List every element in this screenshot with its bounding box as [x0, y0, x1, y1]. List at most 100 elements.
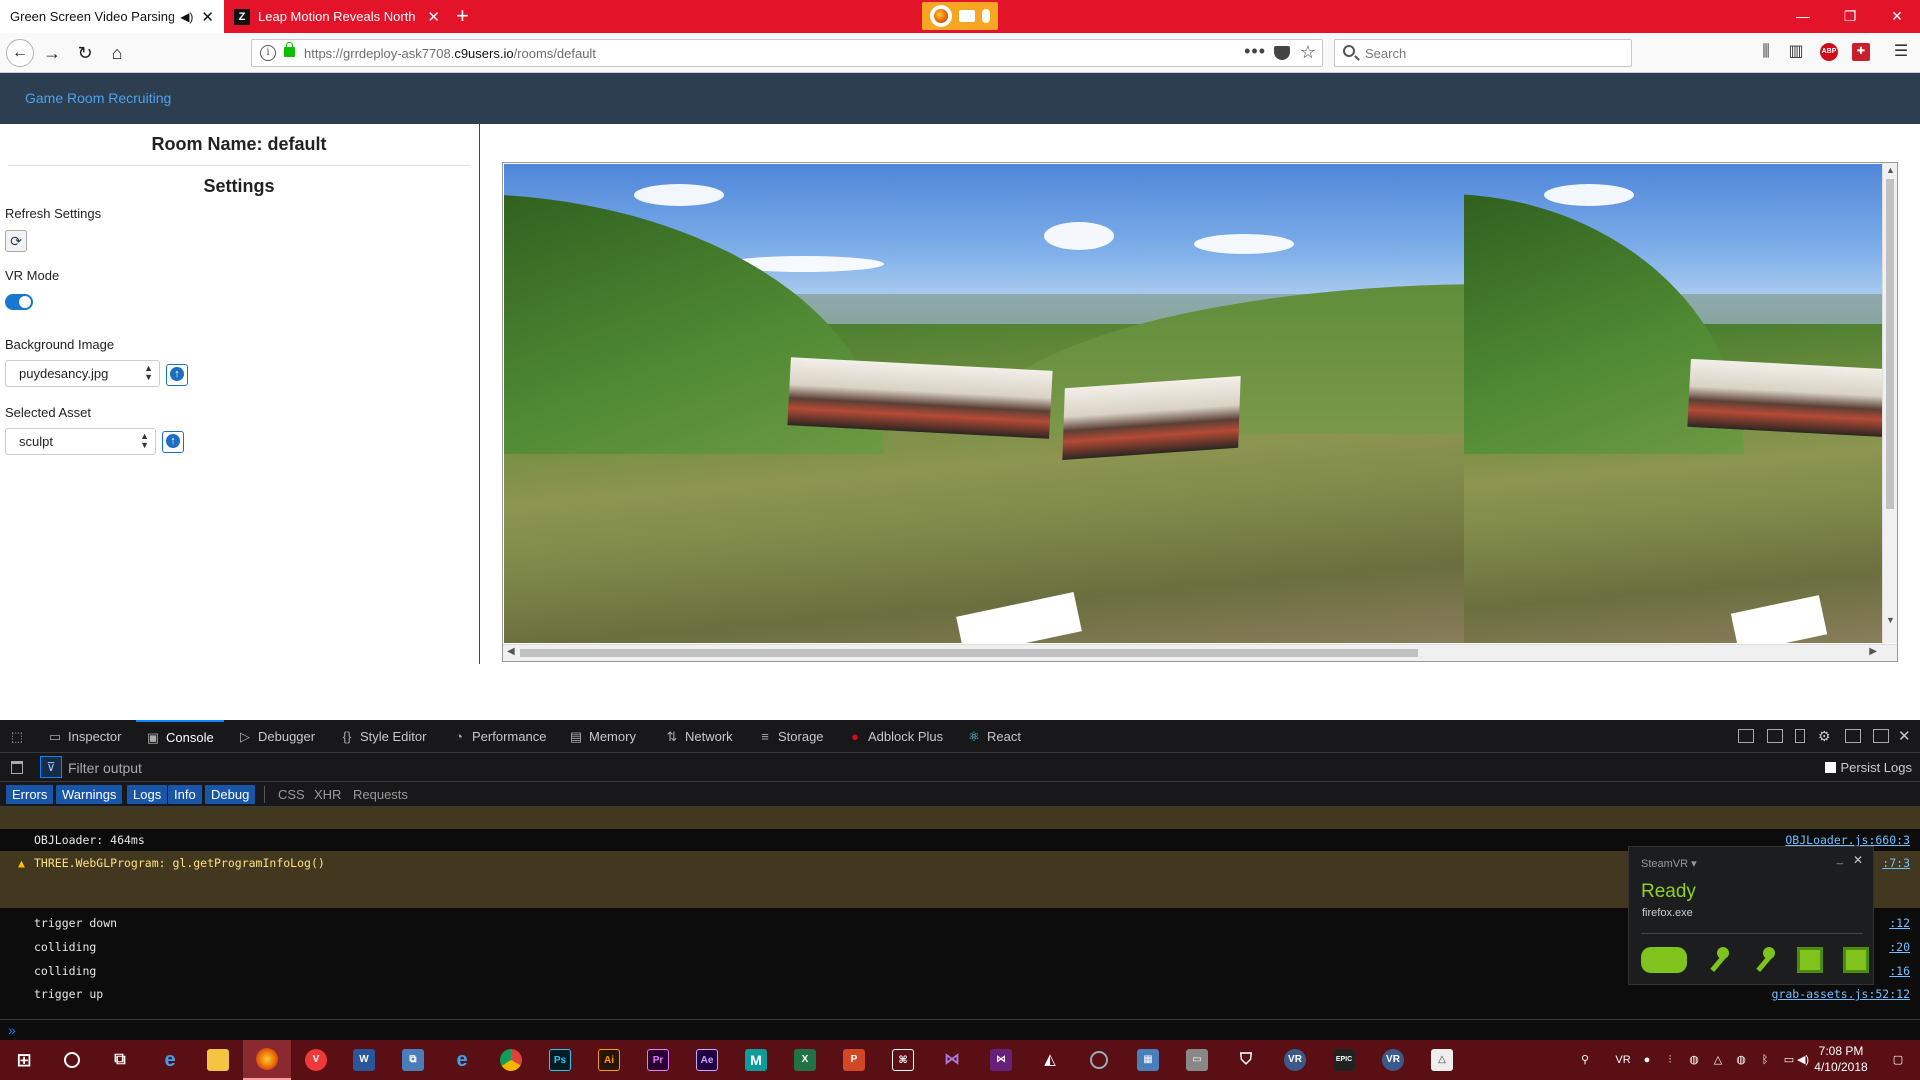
clock[interactable]: 7:08 PM 4/10/2018	[1806, 1043, 1876, 1075]
tray-equalizer-icon[interactable]: ⫶	[1662, 1052, 1678, 1068]
log-source-link[interactable]: :16	[1889, 964, 1910, 978]
vr-mode-toggle[interactable]	[5, 294, 33, 310]
forward-arrow-icon[interactable]: →	[40, 41, 64, 65]
new-tab-icon[interactable]: +	[456, 4, 469, 28]
filter-requests-button[interactable]: Requests	[347, 785, 414, 804]
close-icon[interactable]: ✕	[1853, 853, 1863, 867]
asset-upload-button[interactable]	[162, 431, 184, 453]
vr-tray-icon[interactable]: VR	[1615, 1052, 1631, 1068]
log-source-link[interactable]: :7:3	[1882, 856, 1910, 870]
tray-app-icon[interactable]: ●	[1639, 1052, 1655, 1068]
notifications-icon[interactable]: ▢	[1890, 1052, 1906, 1068]
refresh-settings-button[interactable]: ⟳	[5, 230, 27, 252]
dock-side-icon[interactable]	[1845, 729, 1861, 743]
word-icon[interactable]: W	[340, 1040, 388, 1080]
selected-asset-select[interactable]: sculpt ▲ ▼	[5, 428, 156, 455]
filter-xhr-button[interactable]: XHR	[308, 785, 347, 804]
tab-performance[interactable]: ◔ Performance	[452, 720, 546, 753]
restore-icon[interactable]: ❐	[1827, 0, 1873, 33]
pocket-icon[interactable]	[1274, 46, 1290, 60]
trash-icon[interactable]	[11, 761, 23, 774]
task-view-icon[interactable]: ⧉	[96, 1040, 144, 1080]
menu-icon[interactable]: ☰	[1891, 42, 1911, 62]
network-app-icon[interactable]: ⧉	[389, 1040, 437, 1080]
vivaldi-icon[interactable]: V	[292, 1040, 340, 1080]
powerpoint-icon[interactable]: P	[830, 1040, 878, 1080]
filter-debug-button[interactable]: Debug	[205, 785, 256, 804]
tab-style-editor[interactable]: {} Style Editor	[340, 720, 427, 753]
tab-storage[interactable]: ≡ Storage	[758, 720, 823, 753]
visual-studio-code-icon[interactable]: ⋈	[977, 1040, 1025, 1080]
filter-errors-button[interactable]: Errors	[6, 785, 54, 804]
reload-icon[interactable]: ↻	[73, 41, 97, 65]
tab-debugger[interactable]: ▷ Debugger	[238, 720, 315, 753]
log-source-link[interactable]: OBJLoader.js:660:3	[1785, 833, 1910, 847]
tab-console[interactable]: ▣ Console	[136, 720, 224, 753]
brand-link[interactable]: Game Room Recruiting	[25, 90, 171, 106]
sidebar-icon[interactable]: ▥	[1786, 42, 1806, 62]
people-icon[interactable]: ⚲	[1577, 1052, 1593, 1068]
tab-memory[interactable]: ▤ Memory	[569, 720, 636, 753]
filter-css-button[interactable]: CSS	[272, 785, 311, 804]
filter-output-input[interactable]: Filter output	[68, 760, 142, 776]
excel-icon[interactable]: X	[781, 1040, 829, 1080]
maya-icon[interactable]: M	[732, 1040, 780, 1080]
info-icon[interactable]: i	[260, 45, 276, 61]
video-panel[interactable]	[787, 357, 1053, 439]
steam-icon[interactable]	[1075, 1040, 1123, 1080]
vr-app-icon[interactable]: VR	[1271, 1040, 1319, 1080]
app-window-icon[interactable]: ▭	[1173, 1040, 1221, 1080]
visual-studio-icon[interactable]: ⋈	[928, 1040, 976, 1080]
acrobat-icon[interactable]: ⌘	[879, 1040, 927, 1080]
background-image-select[interactable]: puydesancy.jpg ▲ ▼	[5, 360, 160, 387]
chrome-icon[interactable]	[487, 1040, 535, 1080]
edge-icon[interactable]: e	[146, 1040, 194, 1080]
lock-icon[interactable]	[284, 42, 295, 57]
dock-window-icon[interactable]	[1873, 729, 1889, 743]
internet-explorer-icon[interactable]: e	[438, 1040, 486, 1080]
security-shield-icon[interactable]: ⛉	[1222, 1040, 1270, 1080]
filter-info-button[interactable]: Info	[168, 785, 202, 804]
log-source-link[interactable]: :20	[1889, 940, 1910, 954]
search-input[interactable]: Search	[1334, 39, 1632, 67]
tab-adblock-plus[interactable]: ● Adblock Plus	[848, 720, 943, 753]
photoshop-icon[interactable]: Ps	[536, 1040, 584, 1080]
calculator-icon[interactable]: ▦	[1124, 1040, 1172, 1080]
tray-steam2-icon[interactable]: ◍	[1733, 1052, 1749, 1068]
home-icon[interactable]: ⌂	[105, 41, 129, 65]
firefox-taskbar-icon[interactable]	[243, 1040, 291, 1080]
bookmark-star-icon[interactable]: ☆	[1300, 42, 1316, 63]
element-picker-icon[interactable]: ⬚	[10, 720, 30, 753]
minimize-icon[interactable]: —	[1780, 0, 1826, 33]
tray-drive-icon[interactable]: △	[1710, 1052, 1726, 1068]
drive-icon[interactable]: △	[1418, 1040, 1466, 1080]
devtools-close-icon[interactable]: ✕	[1898, 720, 1911, 753]
steamvr-status-window[interactable]: SteamVR ▾ _ ✕ Ready firefox.exe	[1628, 846, 1874, 985]
vr-scene-canvas[interactable]	[504, 164, 1882, 643]
cortana-icon[interactable]	[48, 1040, 96, 1080]
controller-icon[interactable]	[1705, 947, 1731, 973]
minimize-icon[interactable]: _	[1837, 853, 1843, 865]
tab-inspector[interactable]: ▭ Inspector	[48, 720, 122, 753]
vr-scene-frame[interactable]: ▲ ▼ ◀ ▶	[502, 162, 1898, 662]
filter-icon[interactable]: ⊽	[40, 756, 62, 778]
log-source-link[interactable]: :12	[1889, 916, 1910, 930]
speaker-icon[interactable]: ◀)	[180, 10, 193, 24]
file-explorer-icon[interactable]	[194, 1040, 242, 1080]
video-panel[interactable]	[1687, 358, 1882, 438]
base-station-icon[interactable]	[1843, 947, 1869, 973]
back-arrow-icon[interactable]: ←	[6, 39, 34, 67]
extension-icon[interactable]: ✚	[1852, 43, 1870, 61]
close-icon[interactable]: ✕	[427, 8, 440, 26]
filter-warnings-button[interactable]: Warnings	[56, 785, 123, 804]
headset-icon[interactable]	[1641, 947, 1687, 973]
responsive-mode-icon[interactable]	[1795, 729, 1805, 743]
console-input[interactable]: »	[0, 1019, 1920, 1040]
log-source-link[interactable]: grab-assets.js:52:12	[1772, 987, 1910, 1001]
adblock-plus-icon[interactable]: ABP	[1820, 43, 1838, 61]
premiere-icon[interactable]: Pr	[634, 1040, 682, 1080]
close-icon[interactable]: ✕	[201, 8, 214, 26]
steamvr-taskbar-icon[interactable]: VR	[1369, 1040, 1417, 1080]
url-bar[interactable]: i https://grrdeploy-ask7708.c9users.io/r…	[251, 39, 1323, 67]
tab-leap-motion[interactable]: Z Leap Motion Reveals North Sta ✕	[224, 0, 450, 33]
